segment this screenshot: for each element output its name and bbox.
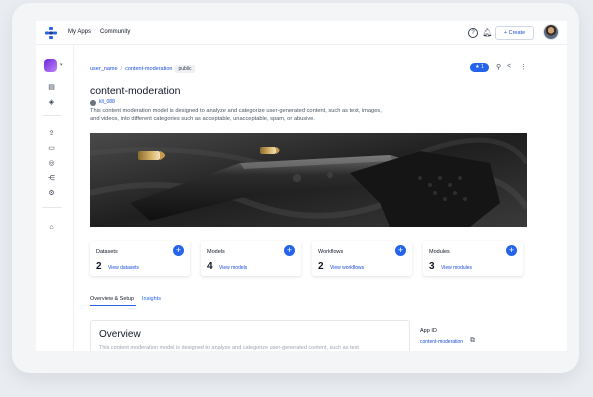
add-workflow-button[interactable]: + xyxy=(395,245,406,256)
overview-title: Overview xyxy=(99,329,141,340)
breadcrumb-app[interactable]: content-moderation xyxy=(125,66,172,72)
tab-overview-setup[interactable]: Overview & Setup xyxy=(90,296,134,302)
view-modules-link[interactable]: View modules xyxy=(441,265,472,271)
view-workflows-link[interactable]: View workflows xyxy=(330,265,364,271)
avatar[interactable] xyxy=(543,24,559,40)
more-icon[interactable]: ⋮ xyxy=(520,63,527,71)
browser-frame: My Apps Community ? 🔔︎ + Create ▾ ▤ ◈ ⇪ … xyxy=(12,3,579,373)
overview-card: Overview This content moderation model i… xyxy=(90,320,410,351)
card-datasets: Datasets + 2 View datasets xyxy=(90,241,190,276)
active-tab-indicator xyxy=(90,305,136,306)
tag-icon[interactable]: ⌂ xyxy=(47,223,56,232)
pin-icon[interactable]: ⚲ xyxy=(496,63,501,71)
card-title: Modules xyxy=(429,249,450,255)
visibility-badge: public xyxy=(175,65,195,73)
logo-icon[interactable] xyxy=(44,26,58,40)
breadcrumb-separator: / xyxy=(120,66,123,72)
overview-text: This content moderation model is designe… xyxy=(99,345,359,351)
help-icon[interactable]: ? xyxy=(468,28,478,38)
divider xyxy=(42,207,62,208)
sidebar-overview-icon[interactable]: ▤ xyxy=(47,83,56,92)
app-window: My Apps Community ? 🔔︎ + Create ▾ ▤ ◈ ⇪ … xyxy=(36,21,567,351)
hero-illustration xyxy=(90,133,527,227)
chevron-down-icon[interactable]: ▾ xyxy=(60,62,63,68)
add-model-button[interactable]: + xyxy=(284,245,295,256)
nav-community[interactable]: Community xyxy=(100,29,130,35)
app-description: This content moderation model is designe… xyxy=(90,108,382,122)
card-count: 2 xyxy=(318,261,324,272)
sidebar-model-icon[interactable]: ◎ xyxy=(47,159,56,168)
add-dataset-button[interactable]: + xyxy=(173,245,184,256)
sidebar-upload-icon[interactable]: ⇪ xyxy=(47,129,56,138)
card-count: 2 xyxy=(96,261,102,272)
card-count: 4 xyxy=(207,261,213,272)
bell-icon[interactable]: 🔔︎ xyxy=(482,27,493,38)
breadcrumb: user_name / content-moderation public xyxy=(90,65,195,73)
sidebar-folder-icon[interactable]: ▭ xyxy=(47,144,56,153)
owner-avatar xyxy=(90,100,96,106)
card-title: Models xyxy=(207,249,225,255)
sidebar-settings-icon[interactable]: ⚙︎ xyxy=(47,189,56,198)
card-workflows: Workflows + 2 View workflows xyxy=(312,241,412,276)
card-modules: Modules + 3 View modules xyxy=(423,241,523,276)
app-id-label: App ID xyxy=(420,328,437,334)
create-button[interactable]: + Create xyxy=(495,26,534,40)
hero-image xyxy=(90,133,527,227)
sidebar-layers-icon[interactable]: ◈ xyxy=(47,98,56,107)
share-icon[interactable]: < xyxy=(507,63,511,70)
app-thumbnail[interactable] xyxy=(44,59,57,72)
tab-insights[interactable]: Insights xyxy=(142,296,161,302)
card-models: Models + 4 View models xyxy=(201,241,301,276)
copy-icon[interactable]: ⧉ xyxy=(470,337,475,345)
owner-link[interactable]: kll_088 xyxy=(99,99,115,105)
app-id-value: content-moderation xyxy=(420,339,464,345)
page-title: content-moderation xyxy=(90,85,181,97)
sidebar: ▾ ▤ ◈ ⇪ ▭ ◎ ⋲ ⚙︎ ⌂ xyxy=(36,45,74,351)
topbar: My Apps Community ? 🔔︎ + Create xyxy=(36,21,567,45)
card-count: 3 xyxy=(429,261,435,272)
breadcrumb-user[interactable]: user_name xyxy=(90,66,118,72)
main-content: user_name / content-moderation public ★ 1 ⚲… xyxy=(90,45,530,351)
add-module-button[interactable]: + xyxy=(506,245,517,256)
nav-my-apps[interactable]: My Apps xyxy=(68,29,91,35)
divider xyxy=(42,115,62,116)
card-title: Workflows xyxy=(318,249,344,255)
view-datasets-link[interactable]: View datasets xyxy=(108,265,139,271)
star-button[interactable]: ★ 1 xyxy=(470,63,489,72)
card-title: Datasets xyxy=(96,249,118,255)
sidebar-workflow-icon[interactable]: ⋲ xyxy=(47,174,56,183)
view-models-link[interactable]: View models xyxy=(219,265,247,271)
